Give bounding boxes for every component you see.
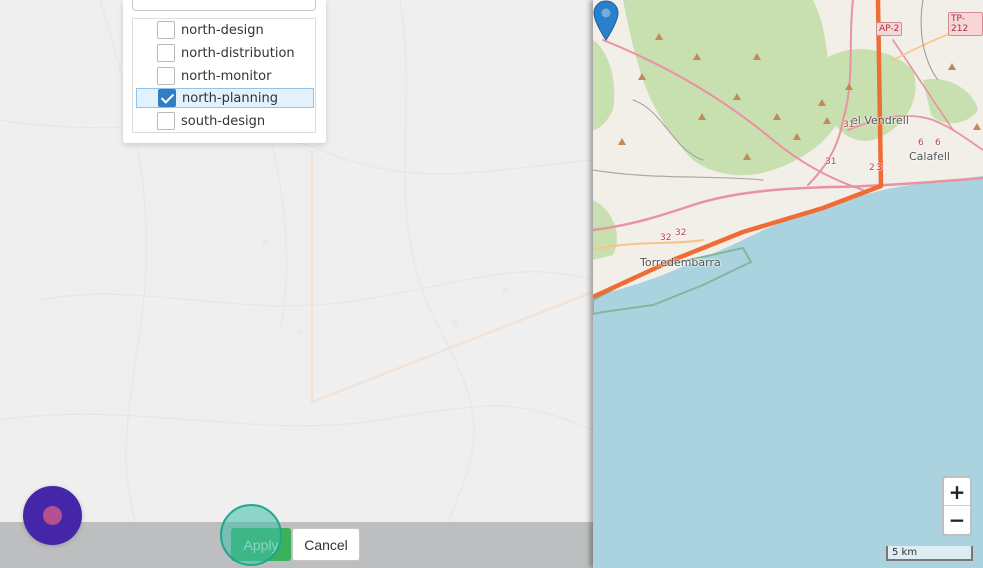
faded-map-panel: north-design north-distribution north-mo…: [0, 0, 593, 568]
place-label: Torredembarra: [640, 256, 721, 269]
layer-list: north-design north-distribution north-mo…: [132, 18, 316, 133]
road-number-label: 32: [660, 233, 672, 243]
scale-bar: 5 km: [886, 546, 973, 561]
action-bar: Apply Cancel: [0, 522, 593, 568]
road-number-label: 3: [876, 163, 882, 173]
zoom-control: + −: [942, 476, 972, 536]
zoom-out-button[interactable]: −: [944, 506, 970, 534]
map-tiles: [593, 0, 983, 316]
layer-option-south-design[interactable]: south-design: [136, 111, 314, 131]
click-indicator: [220, 504, 282, 566]
road-number-label: 32: [675, 228, 687, 238]
layer-option-north-planning[interactable]: north-planning: [136, 88, 314, 108]
map-view[interactable]: AP-2 TP-212 el Vendrell Calafell Torrede…: [593, 0, 983, 568]
layer-option-north-monitor[interactable]: north-monitor: [136, 66, 314, 86]
road-number-label: 6: [935, 138, 941, 148]
checkbox-checked-icon[interactable]: [158, 89, 176, 107]
place-label: Calafell: [909, 150, 950, 163]
layer-option-north-design[interactable]: north-design: [136, 20, 314, 40]
layer-option-label: north-planning: [182, 90, 278, 106]
zoom-in-button[interactable]: +: [944, 478, 970, 506]
checkbox-icon[interactable]: [157, 67, 175, 85]
checkbox-icon[interactable]: [157, 21, 175, 39]
cancel-button[interactable]: Cancel: [292, 528, 360, 561]
place-label: el Vendrell: [851, 114, 909, 127]
road-shield: TP-212: [948, 12, 983, 36]
layer-dropdown: north-design north-distribution north-mo…: [123, 0, 326, 143]
road-number-label: 6: [918, 138, 924, 148]
assistant-launcher-button[interactable]: [23, 486, 82, 545]
map-pin-icon[interactable]: [593, 0, 619, 44]
road-number-label: 31: [843, 120, 855, 130]
layer-option-label: north-monitor: [181, 68, 272, 84]
layer-option-label: south-design: [181, 113, 266, 129]
layer-option-label: north-distribution: [181, 45, 295, 61]
road-number-label: 2: [869, 163, 875, 173]
road-number-label: 31: [825, 157, 837, 167]
checkbox-icon[interactable]: [157, 112, 175, 130]
checkbox-icon[interactable]: [157, 44, 175, 62]
layer-option-north-distribution[interactable]: north-distribution: [136, 43, 314, 63]
layer-option-label: north-design: [181, 22, 264, 38]
road-shield: AP-2: [876, 22, 903, 36]
layer-search-input[interactable]: [132, 0, 316, 11]
